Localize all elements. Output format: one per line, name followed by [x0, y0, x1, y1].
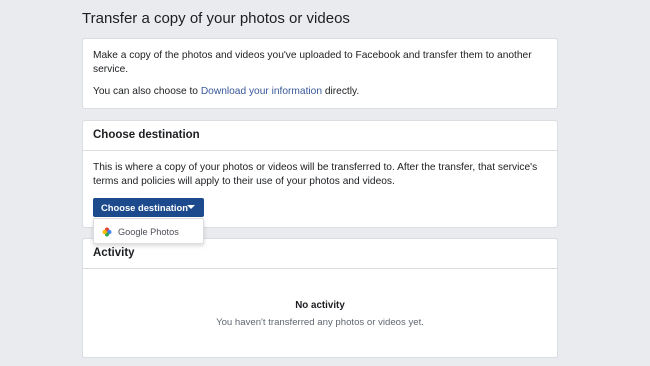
caret-down-icon	[187, 205, 195, 209]
destination-card: Choose destination This is where a copy …	[82, 120, 558, 228]
intro-also-prefix: You can also choose to	[93, 86, 201, 97]
download-information-link[interactable]: Download your information	[201, 86, 322, 97]
destination-dropdown: Google Photos	[93, 218, 204, 244]
choose-destination-label: Choose destination	[101, 202, 188, 213]
destination-header: Choose destination	[83, 121, 557, 151]
google-photos-icon	[102, 227, 112, 237]
dropdown-item-google-photos[interactable]: Google Photos	[94, 221, 203, 243]
choose-destination-button[interactable]: Choose destination	[93, 198, 204, 217]
intro-also-suffix: directly.	[322, 86, 360, 97]
activity-card: Activity No activity You haven't transfe…	[82, 238, 558, 358]
destination-description: This is where a copy of your photos or v…	[93, 162, 538, 187]
empty-state-subtitle: You haven't transferred any photos or vi…	[216, 317, 424, 328]
intro-description: Make a copy of the photos and videos you…	[93, 50, 532, 75]
activity-heading: Activity	[93, 247, 135, 259]
intro-download-line: You can also choose to Download your inf…	[93, 85, 359, 99]
intro-card: Make a copy of the photos and videos you…	[82, 38, 558, 109]
page-title: Transfer a copy of your photos or videos	[82, 10, 350, 27]
empty-state-title: No activity	[295, 300, 345, 311]
dropdown-item-label: Google Photos	[118, 227, 179, 237]
destination-heading: Choose destination	[93, 129, 200, 141]
